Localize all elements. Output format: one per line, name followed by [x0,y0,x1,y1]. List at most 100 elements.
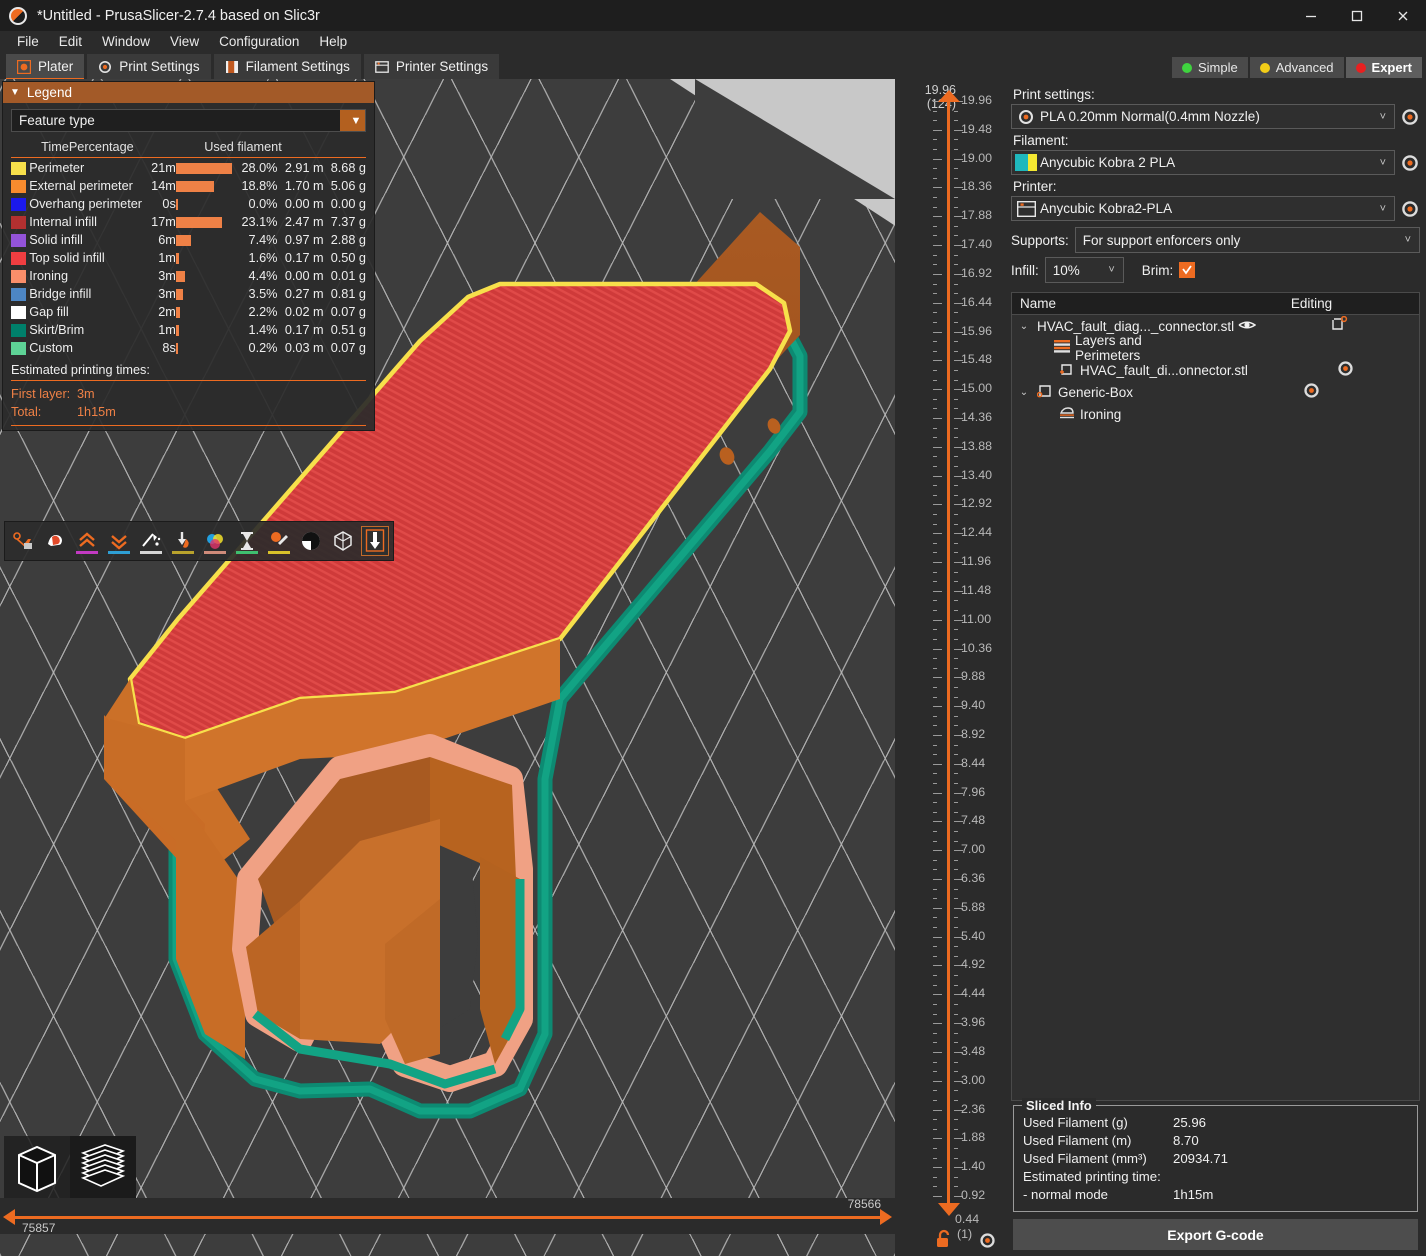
legend-row[interactable]: Custom8s0.2%0.03 m0.07 g [11,339,366,357]
tab-printer-settings[interactable]: Printer Settings [364,54,499,79]
layer-slider-tick-label: 19.00 [961,151,992,165]
legend-row[interactable]: Solid infill6m7.4%0.97 m2.88 g [11,231,366,249]
mode-advanced[interactable]: Advanced [1250,57,1344,78]
tab-plater[interactable]: Plater [6,54,84,79]
print-settings-edit-button[interactable] [1400,107,1420,127]
legend-feature-percentage: 1.4% [235,321,277,339]
printer-edit-button[interactable] [1400,199,1420,219]
layer-slider-minor-tick [895,1004,1005,1005]
chevron-down-icon[interactable]: ˅ [1108,264,1114,276]
legend-row[interactable]: Internal infill17m23.1%2.47 m7.37 g [11,213,366,231]
brim-checkbox[interactable] [1179,262,1195,278]
layer-slider-tick: 11.96 [895,562,1005,563]
layer-slider-minor-tick [895,725,1005,726]
layer-slider-minor-tick [895,139,1005,140]
object-tree-row[interactable]: Ironing [1012,403,1419,425]
close-icon[interactable] [1380,0,1426,31]
view-type-select[interactable]: Feature type ▼ [11,109,366,132]
layers-editing-icon[interactable] [1331,316,1348,336]
color-changes-icon[interactable] [169,526,197,556]
legend-row[interactable]: External perimeter14m18.8%1.70 m5.06 g [11,177,366,195]
object-tree-row[interactable]: HVAC_fault_di...onnector.stl [1012,359,1419,381]
tool-marker-icon[interactable] [265,526,293,556]
menu-help[interactable]: Help [310,32,356,51]
legend-header[interactable]: ▼ Legend [3,82,374,103]
legend-row[interactable]: Bridge infill3m3.5%0.27 m0.81 g [11,285,366,303]
object-tree-row[interactable]: Layers and Perimeters [1012,337,1419,359]
retractions-icon[interactable] [41,526,69,556]
legend-feature-time: 0s [142,195,176,213]
legend-feature-name: Custom [29,339,142,357]
legend-percentage-bar [176,325,235,336]
legend-percentage-bar [176,307,235,318]
custom-gcode-icon[interactable] [233,526,261,556]
layer-slider-tick-label: 8.44 [961,756,985,770]
printer-select[interactable]: Anycubic Kobra2-PLA ˅ [1011,196,1395,221]
legend-color-swatch [11,342,26,355]
object-tree-row[interactable]: ⌄Generic-Box [1012,381,1419,403]
menu-window[interactable]: Window [93,32,159,51]
filament-edit-button[interactable] [1400,153,1420,173]
seams-down-icon[interactable] [105,526,133,556]
filament-select[interactable]: Anycubic Kobra 2 PLA ˅ [1011,150,1395,175]
chevron-down-icon[interactable]: ˅ [1380,203,1386,215]
editor-3d-view-button[interactable] [4,1136,70,1198]
seams-up-icon[interactable] [73,526,101,556]
tab-filament-settings[interactable]: Filament Settings [214,54,361,79]
layer-slider-minor-tick [895,1177,1005,1178]
used-filament-g-row: Used Filament (g) 25.96 [1023,1113,1408,1131]
preview-view-button[interactable] [70,1136,136,1198]
tab-print-settings[interactable]: Print Settings [87,54,210,79]
layer-slider[interactable]: 19.96 (124) 19.9619.4819.0018.3617.8817.… [895,79,1005,1256]
legend-row[interactable]: Overhang perimeter0s0.0%0.00 m0.00 g [11,195,366,213]
infill-select[interactable]: 10% ˅ [1045,257,1124,283]
legend-row[interactable]: Ironing3m4.4%0.00 m0.01 g [11,267,366,285]
gcode-slider-track[interactable] [14,1216,881,1219]
tool-changes-icon[interactable] [137,526,165,556]
legend-row[interactable]: Gap fill2m2.2%0.02 m0.07 g [11,303,366,321]
layer-slider-upper-handle[interactable] [938,90,960,102]
gear-icon[interactable] [979,1232,996,1254]
legend-toggle-icon[interactable] [329,526,357,556]
shells-icon[interactable] [297,526,325,556]
chevron-down-icon[interactable]: ⌄ [1016,321,1032,332]
legend-row[interactable]: Skirt/Brim1m1.4%0.17 m0.51 g [11,321,366,339]
lock-open-icon[interactable] [935,1229,953,1254]
chevron-down-icon[interactable]: ˅ [1380,111,1386,123]
legend-row[interactable]: Top solid infill1m1.6%0.17 m0.50 g [11,249,366,267]
print-settings-select[interactable]: PLA 0.20mm Normal(0.4mm Nozzle) ˅ [1011,104,1395,129]
maximize-icon[interactable] [1334,0,1380,31]
layer-slider-minor-tick [895,956,1005,957]
mode-expert[interactable]: Expert [1346,57,1422,78]
travel-paths-icon[interactable] [9,526,37,556]
chevron-down-icon[interactable]: ▼ [340,110,365,131]
mode-simple[interactable]: Simple [1172,57,1248,78]
supports-select[interactable]: For support enforcers only ˅ [1075,227,1420,253]
layer-slider-tick-label: 8.92 [961,727,985,741]
gcode-preview-viewport[interactable]: ▼ Legend Feature type ▼ Time Percentage … [0,79,895,1256]
layer-slider-tick: 3.48 [895,1052,1005,1053]
object-tree[interactable]: ⌄HVAC_fault_diag..._connector.stlLayers … [1011,315,1420,1101]
minimize-icon[interactable] [1288,0,1334,31]
legend-row[interactable]: Perimeter21m28.0%2.91 m8.68 g [11,159,366,177]
menu-edit[interactable]: Edit [50,32,91,51]
menu-view[interactable]: View [161,32,208,51]
export-toolpaths-icon[interactable] [361,526,389,556]
eye-icon[interactable] [1238,319,1256,334]
chevron-down-icon[interactable]: ˅ [1380,157,1386,169]
chevron-down-icon[interactable]: ˅ [1405,234,1411,246]
gcode-slider-left-handle[interactable] [3,1209,15,1225]
layer-slider-minor-tick [895,831,1005,832]
export-gcode-button[interactable]: Export G-code [1013,1219,1418,1250]
gear-icon[interactable] [1303,382,1320,402]
menu-file[interactable]: File [8,32,48,51]
layer-slider-minor-tick [895,111,1005,112]
gear-icon[interactable] [1337,360,1354,380]
gcode-move-slider[interactable]: 78566 75857 [0,1198,895,1234]
print-pauses-icon[interactable] [201,526,229,556]
gcode-slider-right-handle[interactable] [880,1209,892,1225]
layer-slider-tick: 12.92 [895,504,1005,505]
menu-configuration[interactable]: Configuration [210,32,308,51]
legend-color-swatch [11,252,26,265]
chevron-down-icon[interactable]: ⌄ [1016,387,1032,398]
